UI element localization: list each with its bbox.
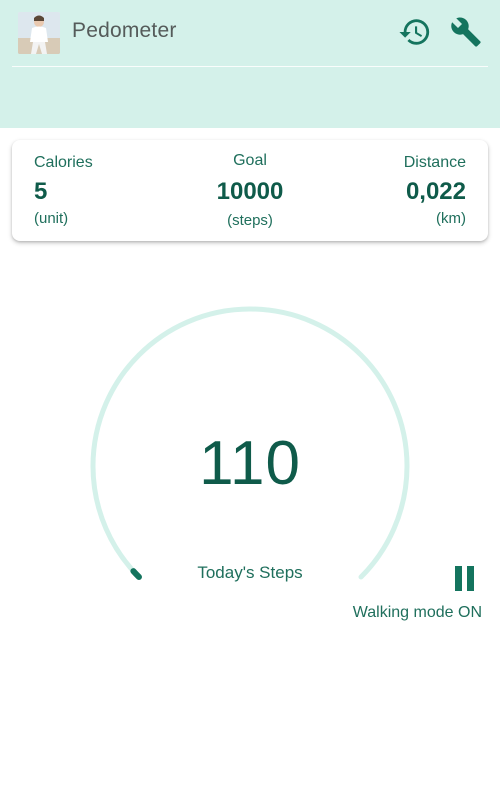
goal-stat[interactable]: Goal 10000 (steps) [180, 140, 320, 241]
pause-icon [455, 566, 462, 591]
distance-stat: Distance 0,022 (km) [336, 140, 466, 241]
wrench-icon [451, 17, 481, 47]
distance-unit: (km) [436, 210, 466, 227]
calories-value: 5 [34, 178, 48, 205]
stats-card: Calories 5 (unit) Goal 10000 (steps) Dis… [12, 140, 488, 241]
calories-unit: (unit) [34, 210, 69, 227]
today-steps-label: Today's Steps [197, 563, 303, 582]
gauge-progress [130, 568, 142, 581]
goal-unit: (steps) [227, 212, 273, 229]
settings-button[interactable] [448, 14, 484, 50]
app-header: Pedometer [0, 0, 500, 128]
distance-value: 0,022 [405, 178, 466, 205]
walking-mode-status: Walking mode ON [352, 604, 482, 621]
distance-label: Distance [403, 154, 466, 171]
goal-label: Goal [233, 152, 267, 169]
app-title: Pedometer [72, 19, 177, 42]
history-icon [399, 19, 430, 45]
header-divider [12, 66, 488, 67]
calories-label: Calories [34, 154, 93, 171]
today-step-count: 110 [199, 429, 301, 498]
pause-button[interactable] [452, 566, 478, 592]
history-button[interactable] [397, 14, 433, 50]
app-logo [18, 12, 60, 54]
goal-value: 10000 [216, 178, 284, 205]
calories-stat: Calories 5 (unit) [34, 140, 164, 241]
pause-icon-bar [467, 566, 474, 591]
